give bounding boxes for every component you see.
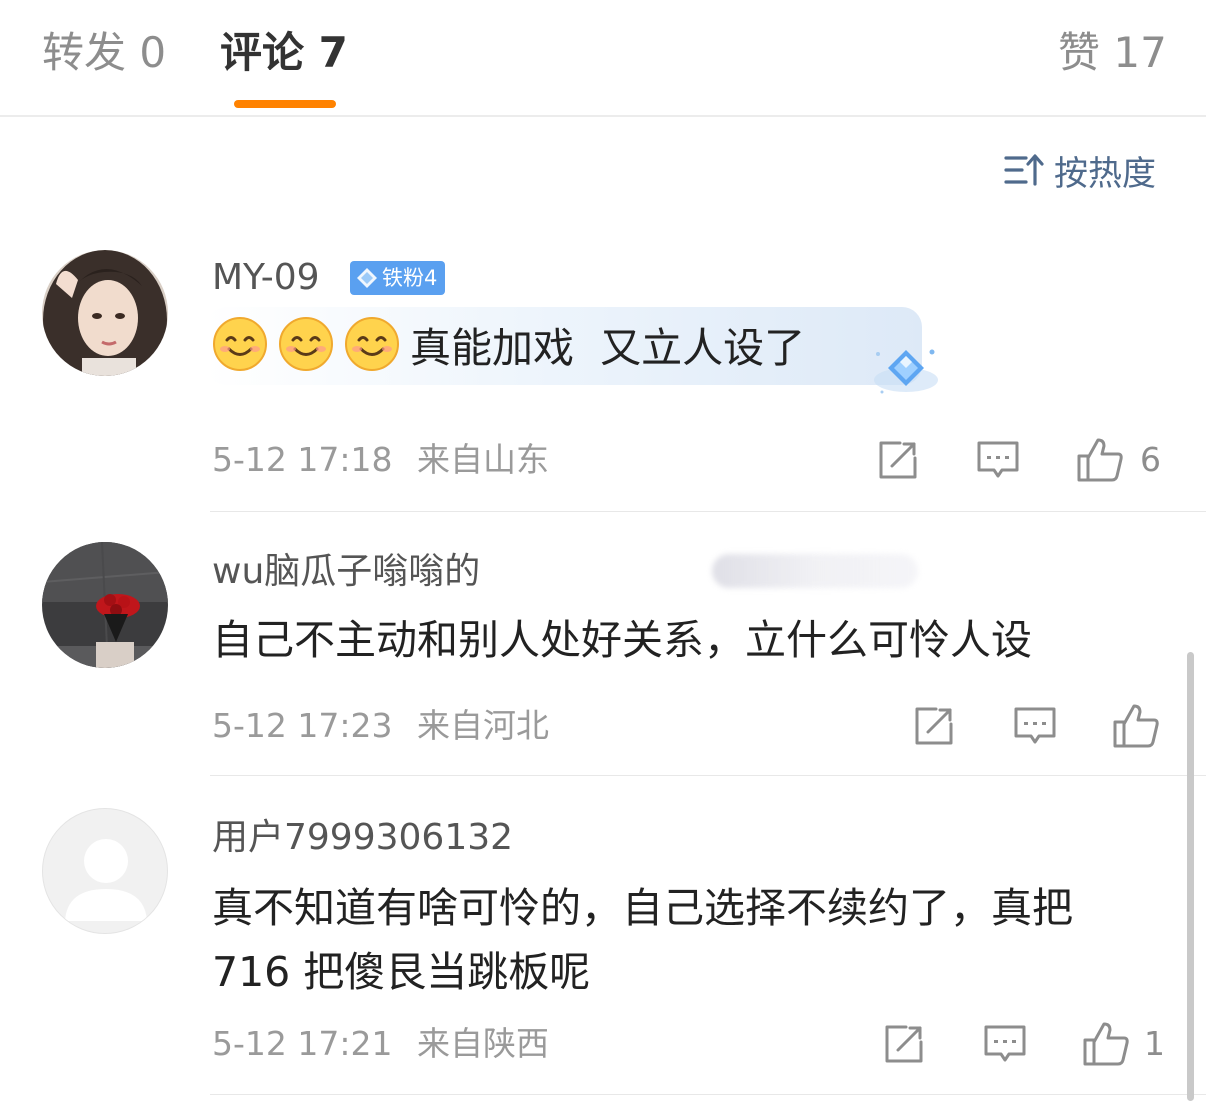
- comment-divider: [210, 775, 1206, 776]
- like-icon[interactable]: [1082, 1020, 1130, 1068]
- scrollbar[interactable]: [1187, 652, 1194, 1101]
- comment-time: 5-12 17:23: [212, 706, 393, 745]
- username[interactable]: MY-09: [212, 256, 320, 300]
- comment-text-line: 真不知道有啥可怜的，自己选择不续约了，真把: [212, 884, 1073, 932]
- blurred-badge: [712, 554, 918, 588]
- reply-icon[interactable]: [976, 438, 1020, 482]
- share-icon[interactable]: [876, 438, 920, 482]
- avatar[interactable]: [42, 250, 168, 376]
- diamond-icon: [874, 349, 938, 394]
- comment-meta: 5-12 17:23 来自河北: [212, 706, 549, 746]
- sort-icon: [1004, 154, 1044, 186]
- smile-emoji-icon: [279, 317, 333, 371]
- sort-button[interactable]: 按热度: [1004, 148, 1156, 194]
- active-tab-indicator: [234, 100, 336, 108]
- comment-text: 真不知道有啥可怜的，自己选择不续约了，真把 716 把傻艮当跳板呢: [212, 876, 1073, 1004]
- reply-icon[interactable]: [983, 1022, 1027, 1066]
- smile-emoji-icon: [345, 317, 399, 371]
- sort-label: 按热度: [1054, 153, 1156, 194]
- tab-comments[interactable]: 评论 7: [220, 28, 348, 78]
- comment-text-line: 716 把傻艮当跳板呢: [212, 948, 591, 996]
- tab-bar: 转发 0 评论 7 赞 17: [0, 0, 1206, 117]
- like-count: 1: [1144, 1024, 1165, 1063]
- tab-likes[interactable]: 赞 17: [1058, 28, 1167, 78]
- avatar[interactable]: [42, 808, 168, 934]
- tab-repost[interactable]: 转发 0: [42, 28, 166, 78]
- fan-badge[interactable]: 铁粉4: [350, 261, 446, 295]
- comment-location: 来自河北: [417, 706, 549, 745]
- username[interactable]: 用户7999306132: [212, 816, 513, 860]
- like-icon[interactable]: [1076, 436, 1124, 484]
- like-count: 6: [1140, 440, 1161, 479]
- comment-time: 5-12 17:21: [212, 1024, 393, 1063]
- comment-time: 5-12 17:18: [212, 440, 393, 479]
- comment-meta: 5-12 17:21 来自陕西: [212, 1024, 549, 1064]
- share-icon[interactable]: [912, 704, 956, 748]
- username[interactable]: wu脑瓜子嗡嗡的: [212, 550, 918, 594]
- share-icon[interactable]: [882, 1022, 926, 1066]
- diamond-icon: [357, 268, 377, 288]
- like-icon[interactable]: [1112, 702, 1160, 750]
- comment-text: 自己不主动和别人处好关系，立什么可怜人设: [212, 616, 1032, 664]
- comment-divider: [210, 511, 1206, 512]
- comment-location: 来自山东: [417, 440, 549, 479]
- comment-text-body: 真能加戏 又立人设了: [410, 324, 806, 372]
- comment-meta: 5-12 17:18 来自山东: [212, 440, 549, 480]
- reply-icon[interactable]: [1013, 704, 1057, 748]
- avatar[interactable]: [42, 542, 168, 668]
- comment-text: 真能加戏 又立人设了: [212, 316, 805, 380]
- comment-divider: [210, 1094, 1206, 1095]
- smile-emoji-icon: [213, 317, 267, 371]
- comment-location: 来自陕西: [417, 1024, 549, 1063]
